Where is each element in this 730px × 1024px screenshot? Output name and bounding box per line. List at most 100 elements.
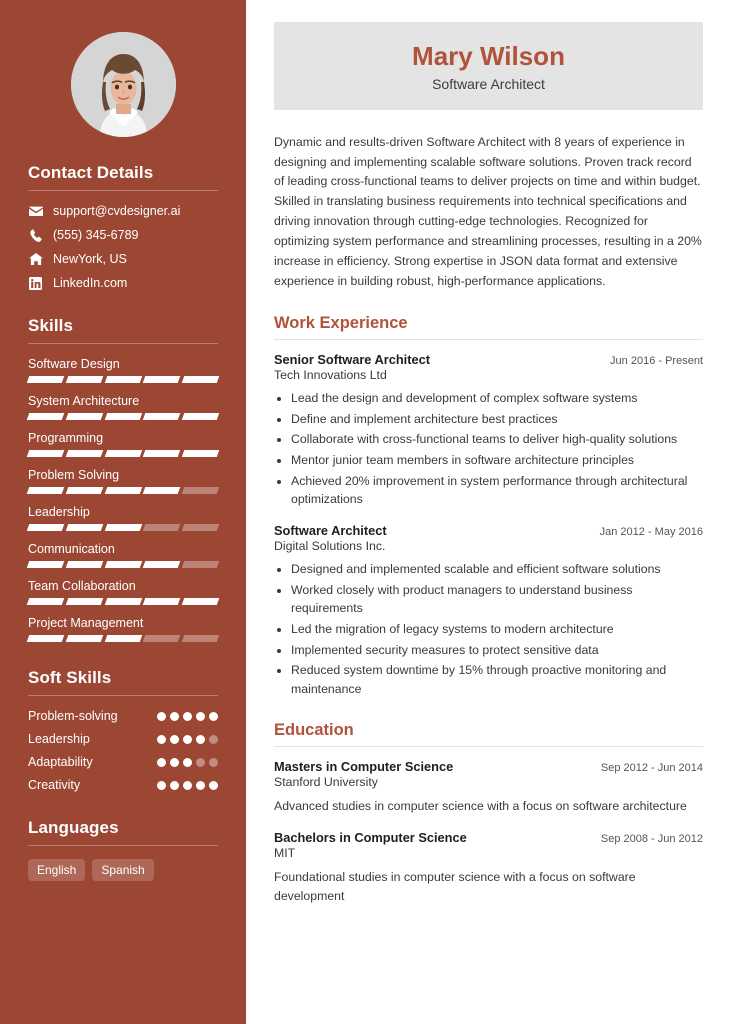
skill-segment [104,561,142,568]
skill-level-bar [26,487,220,494]
skill-segment [65,487,103,494]
skill-item: Programming [26,431,220,457]
skill-segment [104,487,142,494]
skill-label: Communication [28,542,115,556]
rating-dot [170,757,179,767]
skill-segment [143,635,181,642]
skill-segment [26,524,65,531]
contact-item-location[interactable]: NewYork, US [28,252,218,266]
envelope-icon [28,204,43,218]
skill-segment [26,413,65,420]
education-rule [274,745,703,747]
list-item: Lead the design and development of compl… [291,389,703,408]
rating-dot [157,711,166,721]
skill-segment [181,487,220,494]
education-entry-header: Bachelors in Computer Science Sep 2008 - … [274,830,703,845]
language-tag: English [28,859,86,881]
work-entry-date: Jun 2016 - Present [610,354,703,367]
skill-segment [26,598,65,605]
list-item: Designed and implemented scalable and ef… [291,560,703,579]
work-entry-company: Tech Innovations Ltd [274,367,387,382]
soft-skills-heading: Soft Skills [28,668,112,687]
soft-skill-rating [157,734,218,744]
soft-skills-list: Problem-solving Leadership Adaptability Cre… [28,709,218,792]
skill-segment [181,524,220,531]
education-heading: Education [274,720,354,739]
skill-item: Leadership [26,505,220,531]
avatar [70,32,176,137]
work-entry-date: Jan 2012 - May 2016 [599,525,703,538]
skill-level-bar [26,413,220,420]
soft-skill-label: Leadership [28,732,90,746]
work-entry-company: Digital Solutions Inc. [274,538,386,553]
soft-skill-item: Leadership [28,732,218,746]
education-entry-school: Stanford University [274,774,378,789]
list-item: Collaborate with cross-functional teams … [291,430,703,449]
soft-skill-item: Adaptability [28,755,218,769]
work-entry-header: Software Architect Jan 2012 - May 2016 [274,523,703,538]
skills-heading: Skills [28,316,74,335]
education-entry-date: Sep 2008 - Jun 2012 [600,832,703,845]
list-item: Achieved 20% improvement in system perfo… [291,472,703,509]
skill-level-bar [26,561,220,568]
skill-segment [143,598,181,605]
skill-label: Team Collaboration [28,579,136,593]
skill-level-bar [26,598,220,605]
education-entry-school: MIT [274,845,296,860]
contact-item-email[interactable]: support@cvdesigner.ai [28,204,218,218]
skill-segment [181,413,220,420]
rating-dot [170,734,179,744]
soft-skill-rating [157,711,218,721]
education-entry: Masters in Computer Science Sep 2012 - Ju… [274,759,703,816]
list-item: Implemented security measures to protect… [291,641,703,660]
rating-dot [157,780,166,790]
skill-level-bar [26,450,220,457]
rating-dot [170,711,179,721]
skill-segment [143,487,181,494]
skill-segment [65,413,103,420]
soft-skill-rating [157,780,218,790]
list-item: Reduced system downtime by 15% through p… [291,661,703,698]
contact-item-linkedin[interactable]: LinkedIn.com [28,276,218,290]
skill-segment [26,450,65,457]
skill-segment [143,561,181,568]
languages-list: English Spanish [28,859,218,881]
contact-details-section: Contact Details support@cvdesigner.ai (5… [28,163,218,290]
education-section: Education Masters in Computer Science Sep… [274,721,703,906]
rating-dot [183,780,192,790]
work-experience-section: Work Experience Senior Software Architec… [274,314,703,699]
soft-skills-heading-rule [28,695,218,696]
work-experience-heading: Work Experience [274,313,408,332]
home-icon [28,252,43,266]
skill-segment [65,450,103,457]
skill-segment [65,524,103,531]
skill-label: Software Design [28,357,120,371]
soft-skill-item: Creativity [28,778,218,792]
skill-level-bar [26,376,220,383]
skill-segment [143,450,181,457]
soft-skill-label: Creativity [28,778,81,792]
skill-segment [143,524,181,531]
name-card: Mary Wilson Software Architect [274,22,703,110]
skill-label: Programming [28,431,104,445]
list-item: Mentor junior team members in software a… [291,451,703,470]
rating-dot [157,757,166,767]
skill-segment [26,635,65,642]
skill-segment [181,598,220,605]
contact-location-text: NewYork, US [53,252,127,266]
skill-segment [104,635,142,642]
skill-segment [104,376,142,383]
work-experience-list: Senior Software Architect Jun 2016 - Pres… [274,352,703,699]
languages-section: Languages English Spanish [28,818,218,881]
rating-dot [209,780,218,790]
list-item: Define and implement architecture best p… [291,410,703,429]
skill-segment [143,413,181,420]
contact-item-phone[interactable]: (555) 345-6789 [28,228,218,242]
rating-dot [196,734,205,744]
skill-segment [104,450,142,457]
contact-email-text: support@cvdesigner.ai [53,204,181,218]
language-tag: Spanish [92,859,154,881]
contact-heading-rule [28,190,218,191]
rating-dot [196,780,205,790]
skill-item: Problem Solving [26,468,220,494]
